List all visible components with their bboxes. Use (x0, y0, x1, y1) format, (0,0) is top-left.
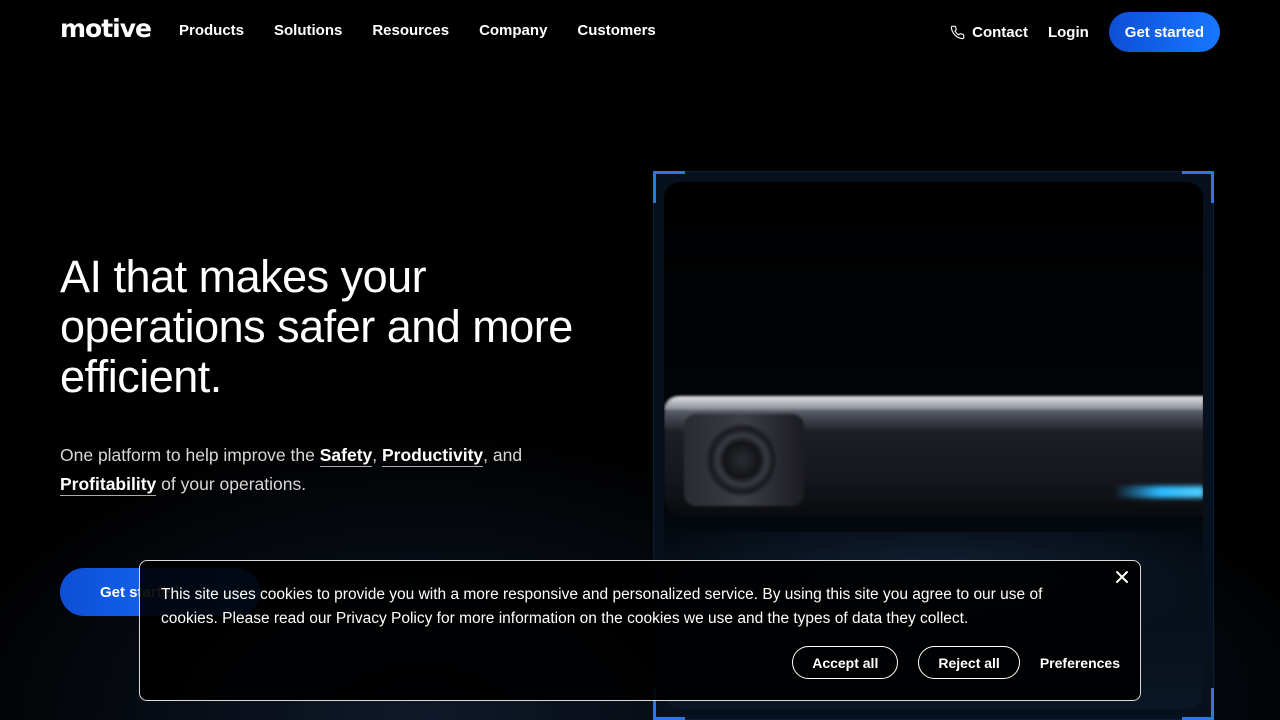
cookie-message: This site uses cookies to provide you wi… (161, 586, 1043, 627)
subtitle-suffix: of your operations. (161, 474, 307, 494)
hero-subtitle: One platform to help improve the Safety,… (60, 445, 523, 496)
subtitle-prefix: One platform to help improve the (60, 445, 315, 465)
contact-link[interactable]: Contact (950, 24, 1028, 41)
preferences-button[interactable]: Preferences (1040, 655, 1120, 671)
nav-item-company[interactable]: Company (479, 22, 547, 39)
accept-all-button[interactable]: Accept all (792, 646, 899, 679)
dashcam-device (664, 396, 1203, 516)
cookie-banner: This site uses cookies to provide you wi… (139, 560, 1141, 701)
nav-item-resources[interactable]: Resources (372, 22, 449, 39)
close-icon[interactable] (1114, 569, 1130, 585)
main-nav: Products Solutions Resources Company Cus… (179, 22, 656, 39)
dashcam-highlight (664, 396, 1203, 410)
get-started-button[interactable]: Get started (1108, 12, 1220, 52)
profitability-link[interactable]: Profitability (60, 474, 157, 496)
safety-link[interactable]: Safety (319, 445, 373, 467)
phone-icon (950, 25, 965, 39)
subtitle-and: , and (483, 445, 523, 465)
camera-lens (706, 424, 778, 496)
header-actions: Contact Login Get started (950, 12, 1220, 52)
contact-label: Contact (972, 23, 1028, 41)
nav-item-products[interactable]: Products (179, 22, 244, 39)
status-led (1114, 486, 1203, 498)
reject-all-button[interactable]: Reject all (918, 646, 1020, 679)
motive-logo[interactable]: motive (60, 14, 152, 43)
productivity-link[interactable]: Productivity (382, 445, 484, 467)
nav-item-solutions[interactable]: Solutions (274, 22, 342, 39)
login-link[interactable]: Login (1048, 24, 1089, 41)
site-header: motive Products Solutions Resources Comp… (0, 0, 1280, 64)
nav-item-customers[interactable]: Customers (577, 22, 655, 39)
cookie-actions: Accept all Reject all Preferences (792, 646, 1120, 679)
hero-title: AI that makes your operations safer and … (60, 251, 573, 402)
